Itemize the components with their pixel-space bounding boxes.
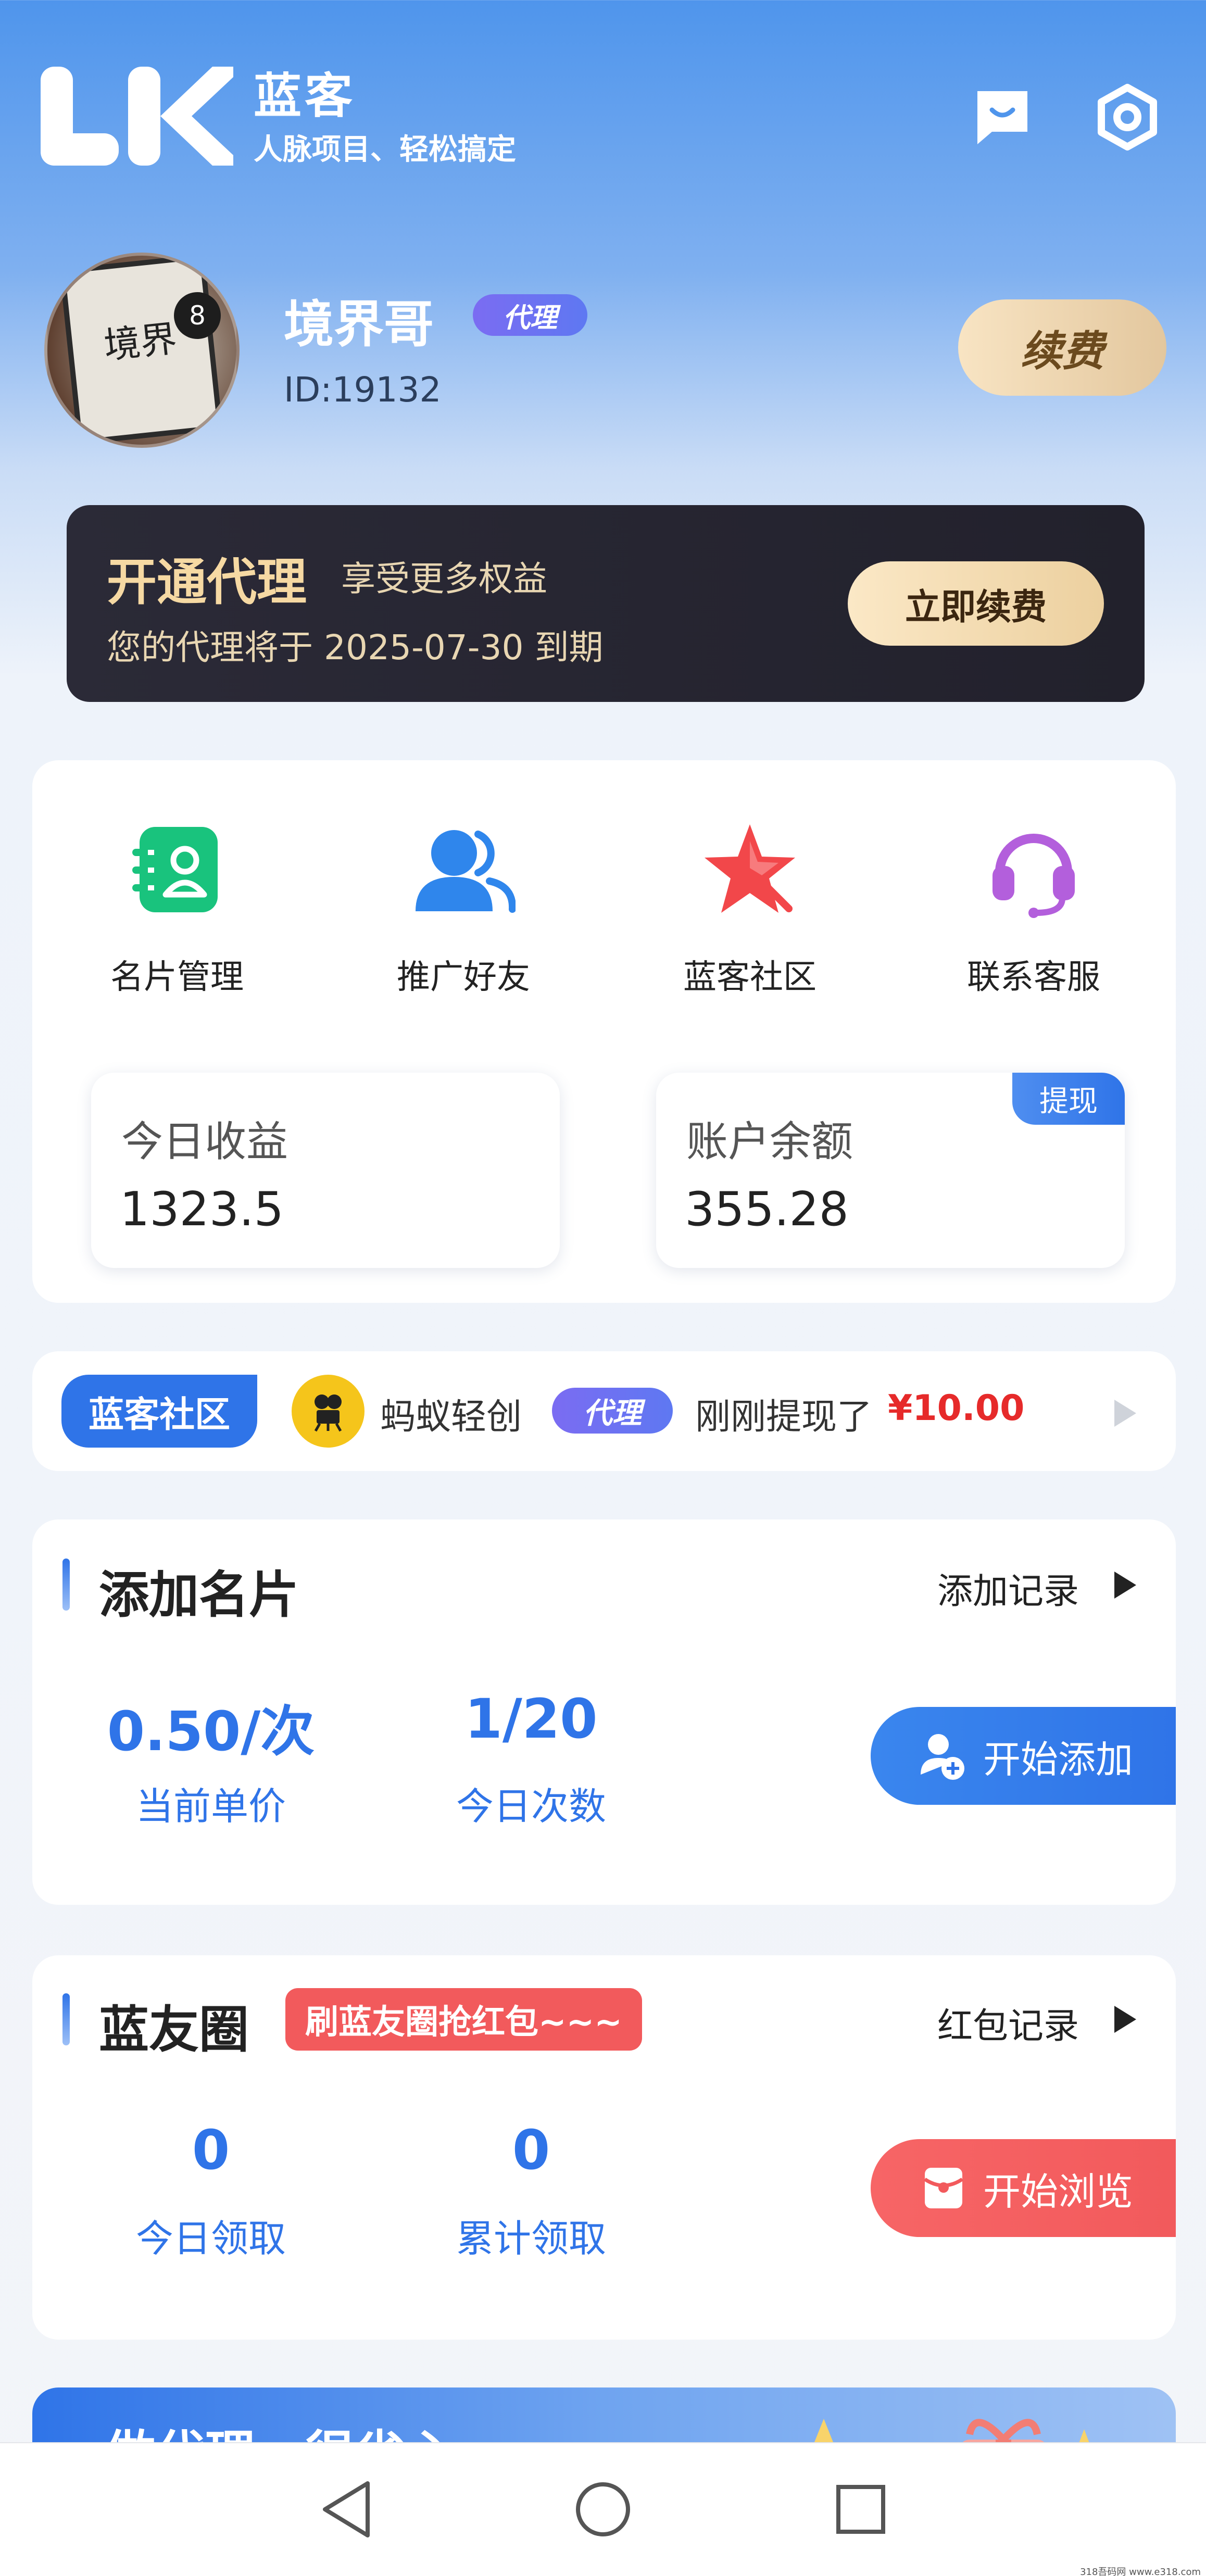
account-balance-label: 账户余额 [686,1117,853,1166]
ticker-tag: 蓝客社区 [61,1375,257,1448]
brand-name: 蓝客 [254,68,356,124]
menu-item-card-manage[interactable]: 名片管理 [73,818,281,1015]
menu-label: 联系客服 [967,958,1100,997]
agent-expire-text: 您的代理将于 2025-07-30 到期 [107,627,604,668]
ticker-amount: ¥10.00 [888,1388,1025,1429]
today-claimed-value: 0 [192,2118,230,2182]
menu-item-customer-service[interactable]: 联系客服 [929,818,1138,1015]
menu-item-community[interactable]: 蓝客社区 [646,818,854,1015]
daily-count-label: 今日次数 [456,1785,606,1828]
daily-count-value: 1/20 [464,1687,598,1751]
ticker-user-avatar [292,1375,365,1448]
unit-price-value: 0.50/次 [107,1700,315,1763]
add-record-link[interactable]: 添加记录 [937,1562,1079,1614]
section-accent-bar [62,1993,70,2045]
star-icon [698,818,802,922]
brand-slogan: 人脉项目、轻松搞定 [254,133,516,167]
user-id: ID:19132 [284,370,442,410]
home-icon[interactable] [569,2476,637,2543]
headset-icon [982,818,1086,922]
circle-title: 蓝友圈 [99,2001,249,2059]
add-user-icon [921,1734,964,1780]
start-browse-button[interactable]: 开始浏览 [871,2139,1176,2237]
play-arrow-icon [1114,1572,1136,1599]
recents-icon[interactable] [827,2476,895,2543]
menu-item-invite-friends[interactable]: 推广好友 [359,818,568,1015]
brand-logo [41,67,233,166]
start-add-label: 开始添加 [983,1739,1134,1781]
today-income-label: 今日收益 [121,1117,288,1166]
settings-icon[interactable] [1094,83,1161,151]
account-balance-value: 355.28 [685,1182,849,1237]
unit-price-label: 当前单价 [135,1785,286,1828]
back-icon[interactable] [312,2476,380,2543]
ticker-message: 刚刚提现了 [695,1397,873,1438]
watermark: 318吾码网 www.e318.com [1080,2567,1201,2576]
user-name: 境界哥 [284,295,434,354]
menu-label: 蓝客社区 [683,958,816,997]
menu-label: 推广好友 [397,958,530,997]
total-claimed-value: 0 [512,2118,550,2182]
start-browse-label: 开始浏览 [983,2171,1134,2213]
agent-banner-subtitle: 享受更多权益 [341,559,547,599]
billiard-ball-icon: 8 [174,292,221,339]
message-icon[interactable] [969,83,1036,151]
start-add-button[interactable]: 开始添加 [871,1707,1176,1805]
avatar-text: 境界 [102,317,179,368]
red-packet-icon [924,2168,963,2208]
total-claimed-label: 累计领取 [456,2217,606,2260]
account-balance-box[interactable]: 账户余额 355.28 提现 [656,1073,1125,1268]
avatar[interactable]: 境界 8 [44,253,240,448]
withdraw-button[interactable]: 提现 [1012,1073,1125,1125]
ticker-role-badge: 代理 [552,1388,673,1434]
menu-label: 名片管理 [110,958,244,997]
renew-now-button[interactable]: 立即续费 [848,561,1104,646]
play-arrow-icon [1114,2006,1136,2033]
ticker-user-name: 蚂蚁轻创 [380,1397,522,1438]
renew-button[interactable]: 续费 [958,299,1166,396]
contact-card-icon [125,818,229,922]
system-nav-bar [0,2442,1206,2576]
role-badge: 代理 [473,294,587,336]
add-card-title: 添加名片 [99,1566,299,1624]
today-claimed-label: 今日领取 [135,2217,286,2260]
section-accent-bar [62,1559,70,1611]
users-icon [411,818,516,922]
red-packet-record-link[interactable]: 红包记录 [937,1997,1079,2049]
agent-banner-title: 开通代理 [107,553,307,611]
red-packet-promo-tag: 刷蓝友圈抢红包~~~ [285,1988,642,2051]
play-arrow-icon [1114,1400,1136,1427]
today-income-box[interactable]: 今日收益 1323.5 [91,1073,560,1268]
today-income-value: 1323.5 [120,1182,284,1237]
